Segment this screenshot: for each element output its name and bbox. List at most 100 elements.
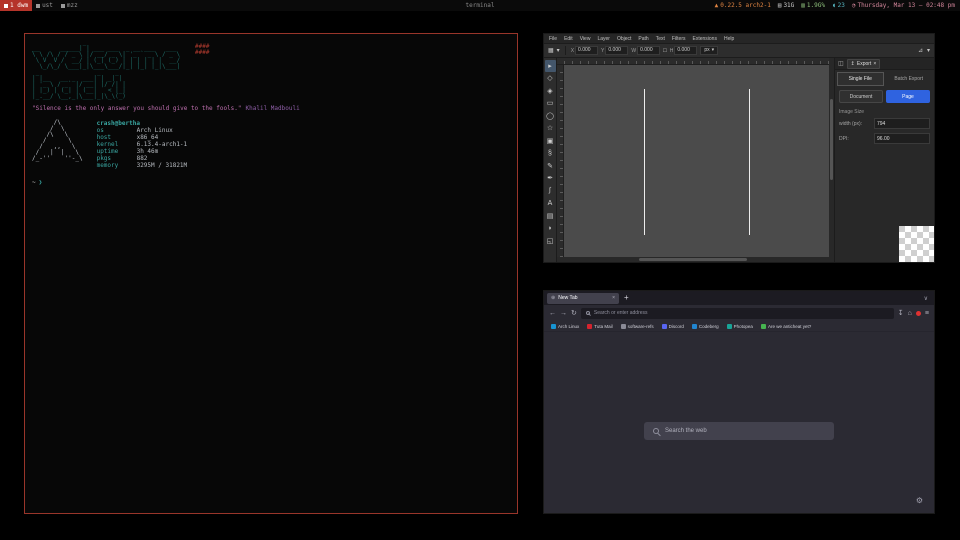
back-button[interactable]: ←	[549, 310, 556, 317]
fetch-user-host: crash@bertha	[97, 120, 188, 127]
bookmark-tuta-mail[interactable]: Tuta Mail	[587, 324, 612, 329]
menu-extensions[interactable]: Extensions	[693, 36, 717, 42]
web-search-input[interactable]: Search the web	[644, 422, 834, 440]
terminal-window[interactable]: _ __ _____| | ___ ___ _ __ ___ ___ \ \ /…	[24, 33, 518, 514]
h-input[interactable]: 0.000	[674, 46, 697, 55]
close-icon[interactable]: ×	[873, 61, 876, 67]
y-input[interactable]: 0.000	[605, 46, 628, 55]
lock-ratio-icon[interactable]: □	[663, 48, 667, 54]
bookmark-favicon	[727, 324, 732, 329]
tag-icon	[36, 4, 40, 8]
export-dpi-row: DPI: 96.00	[835, 131, 934, 146]
y-label: Y	[601, 48, 604, 54]
menu-filters[interactable]: Filters	[672, 36, 686, 42]
list-tabs-icon[interactable]: ∨	[924, 295, 931, 302]
shape-builder-tool-icon[interactable]: ◈	[545, 85, 556, 97]
text-tool-icon[interactable]: A	[545, 198, 556, 210]
y-field[interactable]: Y0.000	[601, 46, 628, 55]
bookmark-discord[interactable]: Discord	[662, 324, 684, 329]
workspace-tag-3[interactable]: mzz	[57, 0, 82, 11]
drawing-canvas[interactable]	[564, 65, 829, 257]
export-width-input[interactable]: 794	[874, 118, 930, 129]
reload-button[interactable]: ↻	[571, 309, 577, 317]
menu-icon[interactable]: ≡	[925, 310, 929, 317]
x-input[interactable]: 0.000	[575, 46, 598, 55]
bookmark-arch-linux[interactable]: Arch Linux	[551, 324, 579, 329]
tab-close-icon[interactable]: ×	[612, 295, 615, 301]
workspace-tag-2[interactable]: ust	[32, 0, 57, 11]
home-icon[interactable]: ⌂	[908, 310, 912, 317]
selector-tool-icon[interactable]: ▸	[545, 60, 556, 72]
forward-button[interactable]: →	[560, 310, 567, 317]
bookmark-photopea[interactable]: Photopea	[727, 324, 753, 329]
menu-edit[interactable]: Edit	[564, 36, 573, 42]
chevron-down-icon: ▾	[712, 47, 715, 54]
fetch-label: os	[97, 127, 137, 134]
workspace-tag-1[interactable]: 1 dwm	[0, 0, 32, 11]
batch-export-tab[interactable]: Batch Export	[886, 72, 933, 86]
downloads-icon[interactable]: ↧	[898, 309, 904, 317]
pencil-tool-icon[interactable]: ✎	[545, 160, 556, 172]
hscroll-thumb[interactable]	[639, 258, 748, 261]
vscroll-thumb[interactable]	[830, 99, 833, 181]
personalize-gear-icon[interactable]: ⚙	[916, 496, 923, 505]
export-dpi-input[interactable]: 96.00	[874, 133, 930, 144]
bookmark-label: Are we anticheat yet?	[768, 324, 811, 329]
menu-layer[interactable]: Layer	[597, 36, 610, 42]
single-file-tab[interactable]: Single File	[837, 72, 884, 86]
horizontal-scrollbar[interactable]	[557, 257, 829, 262]
rectangle-tool-icon[interactable]: ▭	[545, 98, 556, 110]
bookmark-codeberg[interactable]: Codeberg	[692, 324, 719, 329]
chevron-down-icon[interactable]: ▾	[927, 47, 930, 54]
tool-controls-bar: ▦ ▾ X0.000 Y0.000 W0.000 □ H0.000 px▾ ⊿ …	[544, 43, 934, 58]
x-field[interactable]: X0.000	[571, 46, 598, 55]
box3d-tool-icon[interactable]: ▣	[545, 135, 556, 147]
page-button[interactable]: Page	[886, 90, 930, 103]
document-button[interactable]: Document	[839, 90, 883, 103]
export-width-row: width (px): 794	[835, 116, 934, 131]
pages-tool-icon[interactable]: ◱	[545, 235, 556, 247]
shell-prompt[interactable]: ~❯	[32, 179, 510, 186]
browser-window[interactable]: ⊕ New Tab × + ∨ ← → ↻ Search or enter ad…	[543, 290, 935, 514]
menu-path[interactable]: Path	[638, 36, 648, 42]
w-input[interactable]: 0.000	[637, 46, 660, 55]
spiral-tool-icon[interactable]: §	[545, 148, 556, 160]
export-panel-tab[interactable]: ↥ Export ×	[847, 59, 881, 69]
dropper-tool-icon[interactable]: ◗	[545, 223, 556, 235]
system-fetch: /\ / \ /\ \ / \ / ,, \ / | | \ /_-'' ''-…	[32, 120, 510, 169]
bookmark-are-we-anticheat[interactable]: Are we anticheat yet?	[761, 324, 811, 329]
volume-text: 23	[838, 2, 845, 9]
calligraphy-tool-icon[interactable]: ∫	[545, 185, 556, 197]
fetch-row: memory3295M / 31821M	[97, 162, 188, 169]
focused-window-title: terminal	[466, 2, 495, 9]
image-size-label: Image Size	[835, 105, 934, 116]
active-tab[interactable]: ⊕ New Tab ×	[547, 293, 619, 304]
star-tool-icon[interactable]: ☆	[545, 123, 556, 135]
dock-misc-icon[interactable]: ◫	[838, 60, 844, 67]
menu-file[interactable]: File	[549, 36, 557, 42]
inkscape-window[interactable]: File Edit View Layer Object Path Text Fi…	[543, 33, 935, 263]
ellipse-tool-icon[interactable]: ◯	[545, 110, 556, 122]
width-field[interactable]: W0.000	[631, 46, 660, 55]
red-dot-icon[interactable]	[916, 311, 921, 316]
height-field[interactable]: H0.000	[670, 46, 698, 55]
selection-options-icon[interactable]: ▦	[548, 47, 554, 54]
search-placeholder: Search the web	[665, 428, 707, 434]
tab-bar: ⊕ New Tab × + ∨	[544, 291, 934, 305]
menu-object[interactable]: Object	[617, 36, 631, 42]
disk-text: 31G	[783, 2, 794, 9]
tag-icon	[61, 4, 65, 8]
node-tool-icon[interactable]: ◇	[545, 73, 556, 85]
address-bar[interactable]: Search or enter address	[581, 308, 894, 319]
chevron-down-icon[interactable]: ▾	[557, 47, 560, 54]
unit-select[interactable]: px▾	[700, 46, 718, 55]
bookmark-software-refs[interactable]: software-refs	[621, 324, 654, 329]
pen-tool-icon[interactable]: ✒	[545, 173, 556, 185]
menu-view[interactable]: View	[580, 36, 591, 42]
snap-toggle-icon[interactable]: ⊿	[918, 47, 923, 54]
menu-help[interactable]: Help	[724, 36, 734, 42]
menu-text[interactable]: Text	[656, 36, 665, 42]
gradient-tool-icon[interactable]: ▤	[545, 210, 556, 222]
workspace-tag-label: ust	[42, 2, 53, 9]
new-tab-button[interactable]: +	[622, 294, 631, 302]
